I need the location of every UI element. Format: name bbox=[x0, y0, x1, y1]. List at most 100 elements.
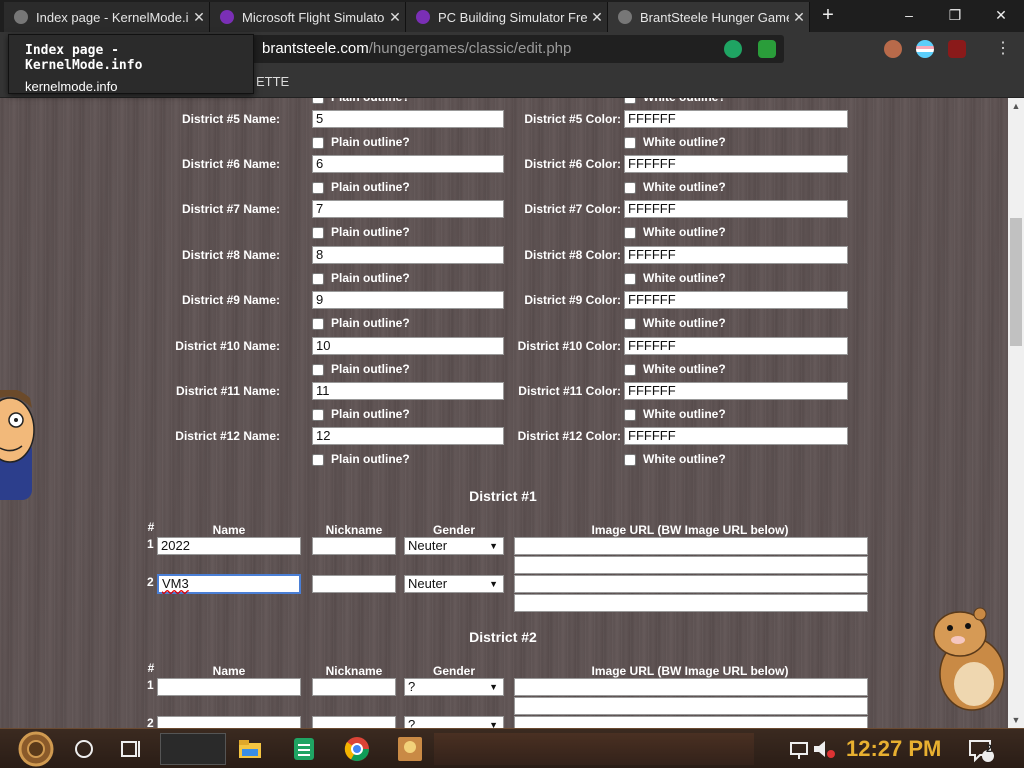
white-outline-label: White outline? bbox=[643, 225, 726, 239]
taskbar-clock[interactable]: 12:27 PM bbox=[846, 736, 941, 762]
plain-outline-checkbox[interactable] bbox=[312, 182, 324, 194]
close-window-button[interactable]: ✕ bbox=[978, 0, 1024, 30]
tab-close-icon[interactable]: ✕ bbox=[189, 9, 209, 26]
tab-hover-tooltip: Index page - KernelMode.info kernelmode.… bbox=[8, 34, 254, 94]
game-icon[interactable] bbox=[396, 735, 424, 763]
search-box[interactable] bbox=[160, 733, 226, 765]
white-outline-checkbox[interactable] bbox=[624, 98, 636, 104]
plain-outline-checkbox[interactable] bbox=[312, 318, 324, 330]
tab-brantsteele[interactable]: BrantSteele Hunger Games ✕ bbox=[608, 2, 810, 32]
district-name-label: District #10 Name: bbox=[175, 339, 280, 353]
chrome-icon[interactable] bbox=[343, 735, 371, 763]
white-outline-checkbox[interactable] bbox=[624, 318, 636, 330]
tab-close-icon[interactable]: ✕ bbox=[587, 9, 607, 26]
volume-muted-icon[interactable] bbox=[810, 735, 838, 763]
maximize-button[interactable]: ❐ bbox=[932, 0, 978, 30]
tribute-name-input[interactable]: VM3 bbox=[157, 574, 301, 594]
windows-logo-icon[interactable] bbox=[12, 731, 60, 767]
district-color-input[interactable]: FFFFFF bbox=[624, 291, 848, 309]
tribute-gender-select[interactable]: Neuter ▼ bbox=[404, 537, 504, 555]
globe-icon bbox=[14, 10, 28, 24]
dropdown-arrow-icon: ▼ bbox=[489, 541, 498, 551]
tribute-nickname-input[interactable] bbox=[312, 678, 396, 696]
district-color-input[interactable]: FFFFFF bbox=[624, 200, 848, 218]
page-scrollbar[interactable]: ▲ ▼ bbox=[1008, 98, 1024, 728]
district-color-label: District #11 Color: bbox=[518, 384, 621, 398]
tribute-gender-select[interactable]: ? ▼ bbox=[404, 678, 504, 696]
image-url-input[interactable] bbox=[514, 575, 868, 593]
tab-bar: Index page - KernelMode.info ✕ Microsoft… bbox=[0, 0, 1024, 32]
district-color-input[interactable]: FFFFFF bbox=[624, 427, 848, 445]
shield-icon[interactable] bbox=[758, 40, 776, 58]
bw-image-url-input[interactable] bbox=[514, 594, 868, 612]
plain-outline-checkbox[interactable] bbox=[312, 409, 324, 421]
tribute-nickname-input[interactable] bbox=[312, 716, 396, 728]
white-outline-checkbox[interactable] bbox=[624, 182, 636, 194]
district-color-input[interactable]: FFFFFF bbox=[624, 337, 848, 355]
flag-icon[interactable] bbox=[916, 40, 934, 58]
image-url-input[interactable] bbox=[514, 716, 868, 728]
scroll-thumb[interactable] bbox=[1010, 218, 1022, 346]
col-header-num: # bbox=[147, 520, 155, 534]
white-outline-checkbox[interactable] bbox=[624, 409, 636, 421]
district-color-input[interactable]: FFFFFF bbox=[624, 246, 848, 264]
plain-outline-checkbox[interactable] bbox=[312, 364, 324, 376]
scroll-down-icon[interactable]: ▼ bbox=[1008, 712, 1024, 728]
address-bar[interactable]: brantsteele.com/hungergames/classic/edit… bbox=[250, 35, 784, 63]
plain-outline-checkbox[interactable] bbox=[312, 137, 324, 149]
cartoon-character-icon bbox=[0, 390, 35, 500]
white-outline-checkbox[interactable] bbox=[624, 137, 636, 149]
extension-icon[interactable] bbox=[724, 40, 742, 58]
new-tab-button[interactable]: + bbox=[816, 4, 840, 28]
district-name-label: District #11 Name: bbox=[175, 384, 280, 398]
image-url-input[interactable] bbox=[514, 537, 868, 555]
cortana-icon[interactable] bbox=[70, 735, 98, 763]
tab-close-icon[interactable]: ✕ bbox=[789, 9, 809, 26]
task-view-icon[interactable] bbox=[116, 735, 144, 763]
tab-flight-simulator[interactable]: Microsoft Flight Simulator ✕ bbox=[210, 2, 406, 32]
tribute-name-input[interactable]: 2022 bbox=[157, 537, 301, 555]
plain-outline-label: Plain outline? bbox=[331, 271, 410, 285]
white-outline-checkbox[interactable] bbox=[624, 227, 636, 239]
district-color-label: District #9 Color: bbox=[524, 293, 621, 307]
district-color-label: District #7 Color: bbox=[524, 202, 621, 216]
bw-image-url-input[interactable] bbox=[514, 697, 868, 715]
scroll-up-icon[interactable]: ▲ bbox=[1008, 98, 1024, 114]
col-header-name: Name bbox=[212, 523, 246, 537]
tab-pc-building[interactable]: PC Building Simulator Free ✕ bbox=[406, 2, 608, 32]
app-icon bbox=[220, 10, 234, 24]
menu-icon[interactable]: ⋮ bbox=[994, 40, 1012, 58]
tribute-gender-select[interactable]: ? ▼ bbox=[404, 716, 504, 728]
tribute-nickname-input[interactable] bbox=[312, 575, 396, 593]
white-outline-checkbox[interactable] bbox=[624, 454, 636, 466]
district-color-label: District #10 Color: bbox=[517, 339, 621, 353]
dropdown-arrow-icon: ▼ bbox=[489, 579, 498, 589]
tribute-name-input[interactable] bbox=[157, 678, 301, 696]
district-color-input[interactable]: FFFFFF bbox=[624, 110, 848, 128]
bw-image-url-input[interactable] bbox=[514, 556, 868, 574]
tribute-name-input[interactable] bbox=[157, 716, 301, 728]
ublock-icon[interactable] bbox=[948, 40, 966, 58]
image-url-input[interactable] bbox=[514, 678, 868, 696]
white-outline-checkbox[interactable] bbox=[624, 273, 636, 285]
district-name-label: District #9 Name: bbox=[181, 293, 280, 307]
tribute-nickname-input[interactable] bbox=[312, 537, 396, 555]
file-explorer-icon[interactable] bbox=[236, 735, 264, 763]
district-color-input[interactable]: FFFFFF bbox=[624, 155, 848, 173]
page-content: Plain outline? White outline? District #… bbox=[0, 98, 1008, 728]
plain-outline-checkbox[interactable] bbox=[312, 454, 324, 466]
section-heading: District #1 bbox=[469, 488, 537, 504]
tribute-gender-select[interactable]: Neuter ▼ bbox=[404, 575, 504, 593]
tab-kernelmode[interactable]: Index page - KernelMode.info ✕ bbox=[4, 2, 210, 32]
plain-outline-checkbox[interactable] bbox=[312, 98, 324, 104]
plain-outline-checkbox[interactable] bbox=[312, 273, 324, 285]
minimize-button[interactable]: – bbox=[886, 0, 932, 30]
bookmark-item[interactable]: ETTE bbox=[256, 74, 289, 89]
white-outline-checkbox[interactable] bbox=[624, 364, 636, 376]
plain-outline-checkbox[interactable] bbox=[312, 227, 324, 239]
sheets-icon[interactable] bbox=[290, 735, 318, 763]
plain-outline-label: Plain outline? bbox=[331, 452, 410, 466]
district-color-input[interactable]: FFFFFF bbox=[624, 382, 848, 400]
profile-avatar[interactable] bbox=[884, 40, 902, 58]
tab-close-icon[interactable]: ✕ bbox=[385, 9, 405, 26]
